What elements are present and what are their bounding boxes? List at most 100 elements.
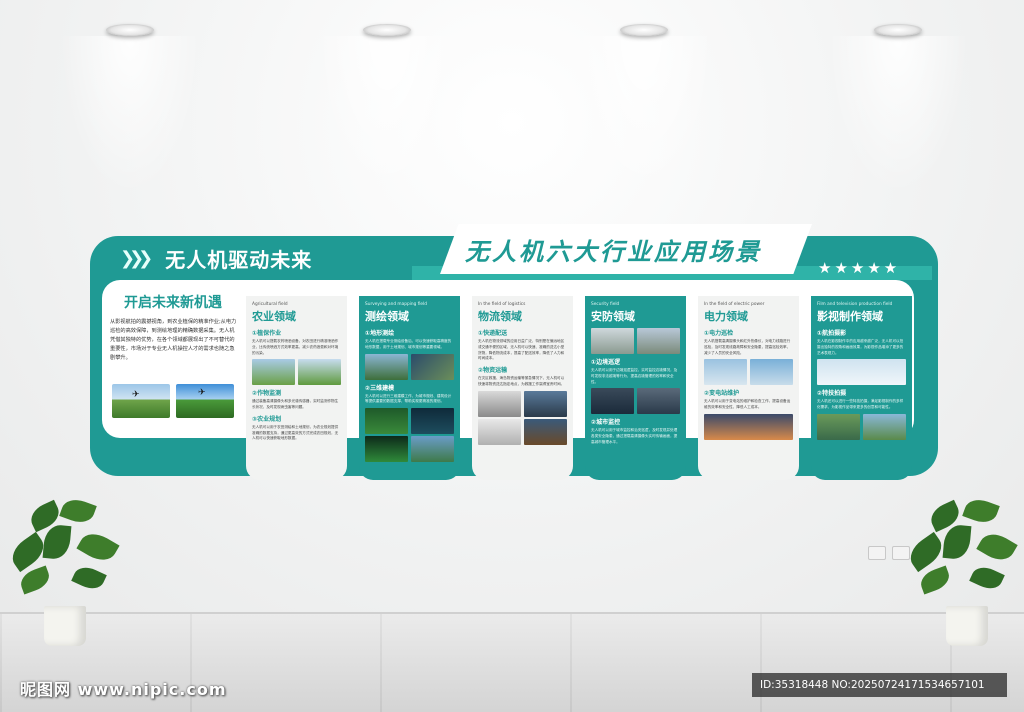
- panel-title: 物流领域: [478, 310, 522, 323]
- panel-title: 农业领域: [252, 310, 296, 323]
- section-heading: ①植保作业: [252, 330, 282, 337]
- light-glow: [828, 36, 968, 196]
- wall-socket-icon: [868, 546, 886, 560]
- section-text: 无人机在影视制作中的应用越来越广泛，无人机可以拍摄出独特的视角和画面效果，为影视…: [817, 339, 904, 355]
- photo: [637, 328, 680, 354]
- image-row: [365, 353, 454, 380]
- section-heading: ②作物监测: [252, 390, 282, 398]
- section-text: 无人机可以进行三维建模工作，为城市规划、建筑设计等提供重要的数据支撑，帮助实现更…: [365, 393, 452, 404]
- light-glow: [574, 36, 714, 196]
- id-watermark: ID:35318448 NO:20250724171534657101: [752, 673, 1007, 697]
- image-row: [591, 328, 680, 354]
- panel-title: 影视制作领域: [817, 310, 883, 323]
- image-row: [591, 388, 680, 415]
- photo: [365, 408, 408, 434]
- section-heading: ①快递配送: [478, 330, 508, 337]
- section-text: 无人机可以用于变电站的维护和检查工作，提高设备运维的效率和安全性，降低人工成本。: [704, 399, 791, 409]
- section-text: 无人机搭载高清摄像头和红外热像仪，对电力线路进行巡检，及时发现线路故障和安全隐患…: [704, 339, 791, 355]
- panel-subtitle: Surveying and mapping field: [365, 302, 427, 307]
- section-heading: ②三维建模: [365, 384, 395, 392]
- photo: [298, 359, 341, 386]
- panel-subtitle: In the field of electric power: [704, 302, 765, 307]
- photo: [252, 359, 295, 386]
- panel-subtitle: Film and television production field: [817, 302, 893, 307]
- section-heading: ①地形测绘: [365, 330, 395, 337]
- main-title: 无人机六大行业应用场景: [465, 238, 762, 266]
- photo: [863, 413, 906, 440]
- panel-logistics: In the field of logistics 物流领域 ①快递配送 无人机…: [472, 296, 573, 480]
- photo: [704, 359, 747, 386]
- photo: [411, 408, 454, 434]
- photo: [478, 390, 521, 417]
- image-row: [478, 390, 567, 417]
- panel-electric-power: In the field of electric power 电力领域 ①电力巡…: [698, 296, 799, 480]
- panel-security: Security field 安防领域 ①边境巡逻 无人机可以用于边境巡逻监控，…: [585, 296, 686, 480]
- left-title: 无人机驱动未来: [165, 248, 313, 272]
- image-row: [704, 413, 793, 440]
- photo: [365, 353, 408, 380]
- photo: [817, 413, 860, 440]
- panel-agriculture: Agricultural field 农业领域 ①植保作业 无人机可以搭载农药喷…: [246, 296, 347, 480]
- section-heading: ②城市监控: [591, 419, 621, 427]
- photo: [817, 359, 906, 386]
- section-text: 无人机还可以进行一些特技拍摄，满足影视制作的多样化需求，为影视作品带来更多的创意…: [817, 399, 904, 409]
- image-row: [704, 359, 793, 386]
- image-row: [365, 408, 454, 434]
- section-text: 无人机在物流领域的应用日益广泛，特别是在偏远地区或交通不便的区域，无人机可以快速…: [478, 339, 565, 361]
- drone-icon: ✈: [132, 390, 140, 400]
- section-text: 无人机可以用于边境巡逻监控，实时监控边境情况，及时发现非法越境等行为，提高边境管…: [591, 368, 678, 384]
- image-row: [365, 436, 454, 462]
- light-glow: [317, 36, 457, 196]
- image-row: [817, 413, 906, 440]
- image-row: [817, 359, 906, 386]
- panel-subtitle: Security field: [591, 302, 620, 307]
- section-text: 通过装备高清摄像头和多光谱传感器，实时监测作物生长状况，及时发现病虫害等问题。: [252, 399, 339, 409]
- photo: [704, 413, 793, 440]
- panel-title: 电力领域: [704, 310, 748, 323]
- photo: [524, 390, 567, 417]
- photo: [637, 388, 680, 415]
- photo: [591, 388, 634, 415]
- intro-photos: ✈ ✈: [112, 384, 234, 418]
- photo: [591, 328, 634, 354]
- section-text: 无人机可以用于农田测绘和土地规划，为农业规划提供准确的数据支持，通过更高效的方式…: [252, 424, 339, 441]
- image-row: [252, 359, 341, 386]
- chevron-right-icon: ❯❯❯: [120, 248, 153, 269]
- image-row: [478, 418, 567, 445]
- ceiling-lamp-icon: [874, 24, 922, 36]
- plant-pot: [946, 606, 988, 646]
- section-heading: ①边境巡逻: [591, 359, 621, 366]
- light-glow: [60, 36, 200, 196]
- wall-socket-icon: [892, 546, 910, 560]
- photo: [750, 359, 793, 386]
- drone-icon: ✈: [198, 388, 206, 398]
- section-text: 在灾区救援、海岛物资运输等紧急情况下，无人机可以快速将物资送达指定地点，为救援工…: [478, 376, 565, 386]
- section-heading: ②变电站维护: [704, 390, 740, 398]
- plant-pot: [44, 606, 86, 646]
- photo: [411, 436, 454, 462]
- section-heading: ②特技拍摄: [817, 390, 847, 398]
- section-text: 无人机可以搭载农药喷洒设备，对农田进行精准喷洒作业，比传统喷洒方式效率更高，减少…: [252, 339, 339, 355]
- drone-field-photo: ✈: [112, 384, 170, 418]
- photo: [524, 418, 567, 445]
- site-watermark: 昵图网 www.nipic.com: [20, 680, 227, 699]
- section-heading: ①电力巡检: [704, 330, 734, 337]
- header-left: ❯❯❯ 无人机驱动未来: [120, 244, 312, 273]
- intro-title: 开启未来新机遇: [124, 295, 222, 311]
- panel-subtitle: In the field of logistics: [478, 302, 526, 307]
- star-icon: ★★★★★: [818, 259, 901, 277]
- panel-title: 测绘领域: [365, 310, 409, 323]
- section-text: 无人机在搭载专业测绘设备后，可以快速获取高精度的地形数据，用于土地规划、城市规划…: [365, 339, 452, 349]
- panel-subtitle: Agricultural field: [252, 302, 288, 307]
- ceiling-lamp-icon: [106, 24, 154, 36]
- ceiling-lamp-icon: [363, 24, 411, 36]
- photo: [478, 418, 521, 445]
- drone-crop-photo: ✈: [176, 384, 234, 418]
- panel-title: 安防领域: [591, 310, 635, 323]
- section-heading: ①航拍摄影: [817, 330, 847, 337]
- intro-text: 从影视航拍的震撼视角，到农业植保的精准作业;从电力巡检的高效保障，到测绘地理的精…: [110, 319, 237, 362]
- section-text: 无人机可以用于城市监控和治安巡逻，及时发现并处理各类安全隐患，通过搭载高清摄像头…: [591, 428, 678, 444]
- panel-surveying: Surveying and mapping field 测绘领域 ①地形测绘 无…: [359, 296, 460, 480]
- section-heading: ③农业规划: [252, 415, 282, 423]
- ceiling-lamp-icon: [620, 24, 668, 36]
